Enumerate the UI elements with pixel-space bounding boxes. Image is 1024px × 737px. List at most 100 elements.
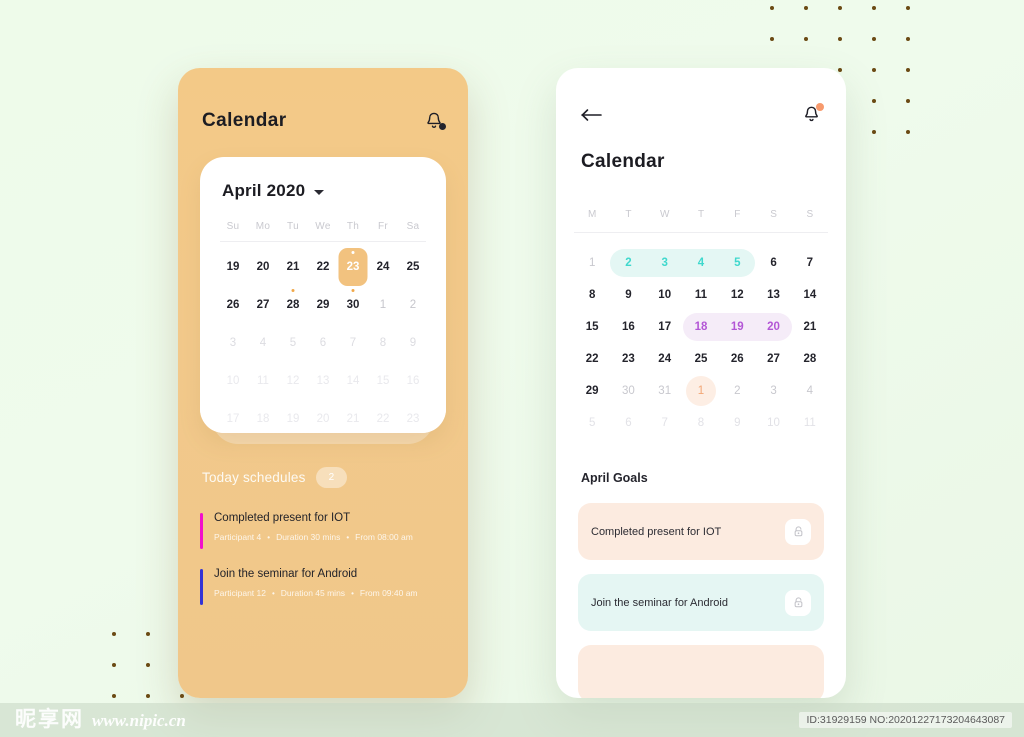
- calendar-day-cell[interactable]: 23: [610, 353, 646, 365]
- calendar-day-cell[interactable]: 16: [610, 321, 646, 333]
- calendar-day-cell[interactable]: 19: [719, 321, 755, 333]
- schedule-meta: Participant 4 • Duration 30 mins • From 08:0…: [214, 532, 446, 542]
- calendar-day-cell[interactable]: 22: [574, 353, 610, 365]
- calendar-day-cell[interactable]: 6: [610, 417, 646, 429]
- calendar-day-cell[interactable]: 2: [610, 257, 646, 269]
- calendar-day-cell[interactable]: 27: [248, 293, 278, 317]
- calendar-day-cell[interactable]: 14: [338, 369, 368, 393]
- calendar-day-cell[interactable]: 26: [719, 353, 755, 365]
- weekday-header-row: MTWTFSS: [574, 209, 828, 220]
- meta-separator: •: [271, 588, 275, 598]
- calendar-day-cell[interactable]: 11: [248, 369, 278, 393]
- calendar-day-cell[interactable]: 11: [792, 417, 828, 429]
- calendar-day-cell[interactable]: 21: [338, 407, 368, 431]
- calendar-day-cell[interactable]: 15: [574, 321, 610, 333]
- calendar-day-cell[interactable]: 8: [368, 331, 398, 355]
- goal-card[interactable]: [578, 645, 824, 698]
- calendar-day-cell[interactable]: 21: [792, 321, 828, 333]
- calendar-day-cell[interactable]: 21: [278, 255, 308, 279]
- calendar-day-cell[interactable]: 1: [368, 293, 398, 317]
- calendar-day-cell[interactable]: 10: [647, 289, 683, 301]
- schedule-item[interactable]: Join the seminar for Android Participant …: [200, 568, 446, 605]
- calendar-day-cell[interactable]: 4: [792, 385, 828, 397]
- calendar-day-cell[interactable]: 31: [647, 385, 683, 397]
- calendar-day-cell[interactable]: 7: [792, 257, 828, 269]
- calendar-day-cell[interactable]: 28: [792, 353, 828, 365]
- calendar-day-cell[interactable]: 3: [755, 385, 791, 397]
- weekday-label: T: [625, 209, 632, 220]
- lock-icon[interactable]: [785, 518, 811, 545]
- calendar-day-cell[interactable]: 19: [278, 407, 308, 431]
- calendar-day-cell[interactable]: 19: [218, 255, 248, 279]
- calendar-day-cell[interactable]: 6: [755, 257, 791, 269]
- calendar-day-cell[interactable]: 22: [308, 255, 338, 279]
- month-selector[interactable]: April 2020: [218, 181, 428, 201]
- schedule-meta: Participant 12 • Duration 45 mins • From 09:…: [214, 588, 446, 598]
- calendar-day-cell[interactable]: 4: [248, 331, 278, 355]
- goal-card[interactable]: Join the seminar for Android: [578, 574, 824, 631]
- calendar-day-cell[interactable]: 9: [398, 331, 428, 355]
- calendar-day-cell[interactable]: 22: [368, 407, 398, 431]
- calendar-day-cell[interactable]: 30: [338, 289, 368, 317]
- chevron-down-icon[interactable]: [314, 190, 325, 195]
- calendar-day-cell[interactable]: 20: [248, 255, 278, 279]
- calendar-day-cell[interactable]: 2: [719, 385, 755, 397]
- right-page-title: Calendar: [581, 151, 665, 172]
- day-number: 17: [226, 413, 240, 425]
- calendar-day-cell[interactable]: 29: [308, 293, 338, 317]
- calendar-day-cell[interactable]: 8: [574, 289, 610, 301]
- calendar-day-cell[interactable]: 11: [683, 289, 719, 301]
- calendar-day-cell[interactable]: 12: [719, 289, 755, 301]
- calendar-day-cell[interactable]: 5: [278, 331, 308, 355]
- calendar-day-cell[interactable]: 15: [368, 369, 398, 393]
- calendar-day-cell[interactable]: 9: [610, 289, 646, 301]
- day-number: 11: [257, 375, 269, 387]
- calendar-day-cell[interactable]: 23: [338, 248, 368, 286]
- calendar-day-cell[interactable]: 23: [398, 407, 428, 431]
- calendar-day-cell[interactable]: 26: [218, 293, 248, 317]
- calendar-day-cell[interactable]: 5: [574, 417, 610, 429]
- calendar-day-cell[interactable]: 16: [398, 369, 428, 393]
- calendar-day-cell[interactable]: 5: [719, 257, 755, 269]
- calendar-day-cell[interactable]: 25: [398, 255, 428, 279]
- lock-icon[interactable]: [785, 589, 811, 616]
- calendar-day-cell[interactable]: 18: [248, 407, 278, 431]
- calendar-day-cell[interactable]: 1: [574, 257, 610, 269]
- goal-card[interactable]: Completed present for IOT: [578, 503, 824, 560]
- calendar-day-cell[interactable]: 9: [719, 417, 755, 429]
- calendar-day-cell[interactable]: 8: [683, 417, 719, 429]
- schedule-item[interactable]: Completed present for IOT Participant 4 • D…: [200, 512, 446, 549]
- calendar-day-cell[interactable]: 17: [218, 407, 248, 431]
- calendar-day-cell[interactable]: 24: [368, 255, 398, 279]
- calendar-day-cell[interactable]: 12: [278, 369, 308, 393]
- calendar-day-cell[interactable]: 29: [574, 385, 610, 397]
- calendar-day-cell[interactable]: 3: [647, 257, 683, 269]
- calendar-day-cell[interactable]: 10: [218, 369, 248, 393]
- calendar-day-cell[interactable]: 2: [398, 293, 428, 317]
- day-number: 24: [376, 261, 390, 273]
- calendar-day-cell[interactable]: 4: [683, 257, 719, 269]
- bell-icon[interactable]: [424, 111, 446, 131]
- calendar-day-cell[interactable]: 20: [755, 321, 791, 333]
- calendar-day-cell[interactable]: 14: [792, 289, 828, 301]
- calendar-day-cell[interactable]: 7: [647, 417, 683, 429]
- calendar-day-cell[interactable]: 27: [755, 353, 791, 365]
- calendar-day-cell[interactable]: 25: [683, 353, 719, 365]
- calendar-day-cell[interactable]: 18: [683, 321, 719, 333]
- decorative-dot: [804, 6, 808, 10]
- calendar-day-cell[interactable]: 3: [218, 331, 248, 355]
- calendar-day-cell[interactable]: 10: [755, 417, 791, 429]
- calendar-day-cell[interactable]: 13: [308, 369, 338, 393]
- calendar-day-cell[interactable]: 13: [755, 289, 791, 301]
- calendar-day-cell[interactable]: 1: [683, 385, 719, 397]
- calendar-day-cell[interactable]: 24: [647, 353, 683, 365]
- calendar-day-cell[interactable]: 28: [278, 289, 308, 317]
- calendar-day-cell[interactable]: 30: [610, 385, 646, 397]
- calendar-day-cell[interactable]: 17: [647, 321, 683, 333]
- left-top-bar: Calendar: [178, 68, 468, 132]
- arrow-left-icon[interactable]: [581, 108, 603, 122]
- calendar-day-cell[interactable]: 6: [308, 331, 338, 355]
- calendar-day-cell[interactable]: 7: [338, 331, 368, 355]
- bell-icon[interactable]: [802, 103, 824, 124]
- calendar-day-cell[interactable]: 20: [308, 407, 338, 431]
